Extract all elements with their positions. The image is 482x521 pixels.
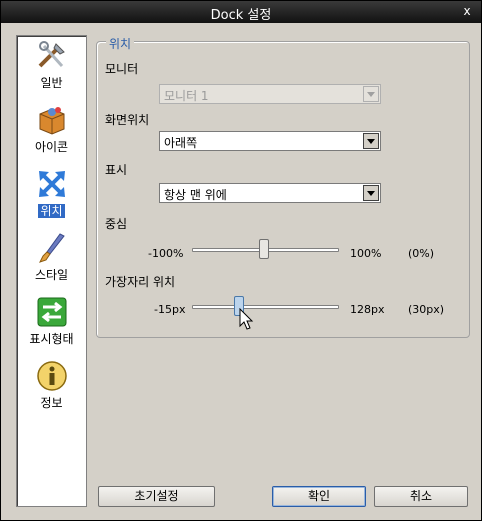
center-min-label: -100%	[148, 247, 184, 260]
chevron-down-icon[interactable]	[363, 133, 379, 149]
sidebar-item-label: 일반	[40, 76, 63, 90]
reset-button[interactable]: 초기설정	[98, 486, 215, 507]
monitor-label: 모니터	[105, 62, 139, 76]
monitor-select-value: 모니터 1	[164, 89, 209, 103]
edge-slider-track[interactable]	[192, 305, 339, 309]
edge-min-label: -15px	[154, 303, 186, 316]
center-max-label: 100%	[350, 247, 382, 260]
exchange-icon	[37, 297, 67, 327]
sidebar-item-position[interactable]: 위치	[17, 168, 86, 232]
tools-icon	[38, 41, 65, 68]
info-icon	[37, 361, 67, 391]
chevron-down-icon	[363, 86, 379, 102]
sidebar-item-icons[interactable]: 아이콘	[17, 104, 86, 168]
sidebar-item-label: 스타일	[34, 268, 69, 282]
mouse-cursor-icon	[239, 308, 254, 330]
brush-icon	[39, 233, 65, 263]
edge-max-label: 128px	[350, 303, 385, 316]
display-label: 표시	[105, 163, 128, 177]
group-title: 위치	[106, 35, 135, 52]
sidebar-item-label: 위치	[38, 204, 65, 218]
chevron-down-icon[interactable]	[363, 185, 379, 201]
screen-position-label: 화면위치	[105, 113, 150, 127]
edge-position-label: 가장자리 위치	[105, 275, 176, 289]
arrows-icon	[39, 171, 65, 197]
sidebar-item-label: 정보	[40, 396, 63, 410]
sidebar-item-style[interactable]: 스타일	[17, 232, 86, 296]
edge-value-label: (30px)	[408, 303, 445, 316]
screen-position-select[interactable]: 아래쪽	[159, 131, 381, 151]
monitor-select[interactable]: 모니터 1	[159, 84, 381, 104]
close-button[interactable]: x	[461, 4, 473, 18]
window-title: Dock 설정	[210, 8, 272, 23]
sidebar-item-label: 아이콘	[34, 140, 69, 154]
cancel-button[interactable]: 취소	[374, 486, 468, 507]
ok-button[interactable]: 확인	[272, 486, 366, 507]
sidebar-item-label: 표시형태	[29, 332, 74, 346]
sidebar-item-info[interactable]: 정보	[17, 360, 86, 424]
sidebar-item-general[interactable]: 일반	[17, 40, 86, 104]
display-select[interactable]: 항상 맨 위에	[159, 183, 381, 203]
center-label: 중심	[105, 217, 128, 231]
display-value: 항상 맨 위에	[164, 188, 227, 202]
center-slider-thumb[interactable]	[259, 239, 269, 259]
center-value-label: (0%)	[408, 247, 435, 260]
sidebar: 일반 아이콘 위치 스타일 표시형태 정보	[16, 35, 87, 507]
title-bar[interactable]: Dock 설정 x	[1, 1, 481, 23]
dock-settings-window: Dock 설정 x 일반 아이콘 위치 스타일 표시형태 정보 위치 모니터 모…	[0, 0, 482, 521]
sidebar-item-display-type[interactable]: 표시형태	[17, 296, 86, 360]
box-icon	[39, 107, 65, 135]
client-area: 일반 아이콘 위치 스타일 표시형태 정보 위치 모니터 모니터 1 화면위치 …	[2, 23, 480, 520]
screen-position-value: 아래쪽	[164, 136, 198, 150]
